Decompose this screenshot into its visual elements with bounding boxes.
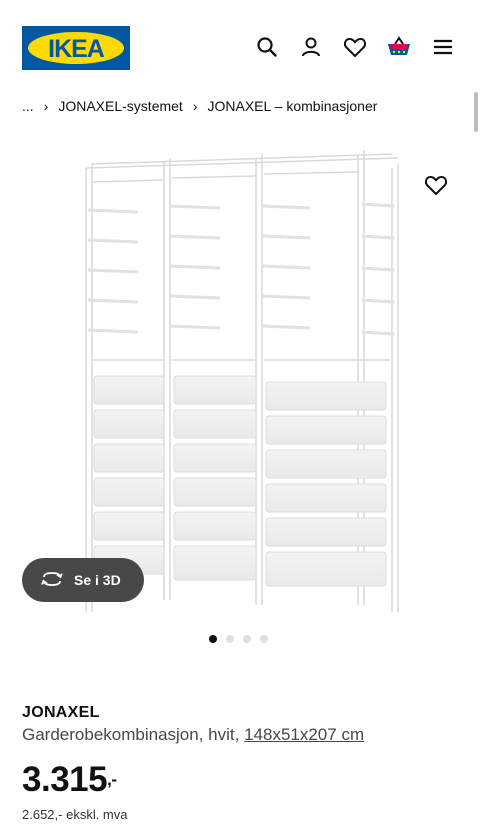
menu-icon[interactable]	[430, 34, 456, 60]
product-image-gallery[interactable]	[0, 140, 480, 620]
product-image	[85, 150, 399, 612]
svg-text:IKEA: IKEA	[48, 35, 105, 63]
cart-icon[interactable]	[386, 34, 412, 60]
site-header: IKEA	[0, 0, 480, 92]
view-in-3d-button[interactable]: Se i 3D	[22, 558, 144, 602]
search-icon[interactable]	[254, 34, 280, 60]
gallery-dot[interactable]	[226, 635, 234, 643]
scrollbar[interactable]	[474, 92, 478, 132]
gallery-pagination	[209, 635, 268, 643]
heart-icon[interactable]	[342, 34, 368, 60]
breadcrumb-ellipsis[interactable]: ...	[22, 98, 34, 114]
breadcrumb-item-system[interactable]: JONAXEL-systemet	[58, 98, 182, 114]
ikea-logo[interactable]: IKEA	[22, 26, 130, 70]
chevron-right-icon: ›	[192, 98, 198, 114]
user-icon[interactable]	[298, 34, 324, 60]
product-type: Garderobekombinasjon, hvit,	[22, 725, 240, 744]
gallery-dot[interactable]	[260, 635, 268, 643]
breadcrumb-item-combinations[interactable]: JONAXEL – kombinasjoner	[208, 98, 378, 114]
gallery-dot[interactable]	[209, 635, 217, 643]
gallery-dot[interactable]	[243, 635, 251, 643]
breadcrumb: ... › JONAXEL-systemet › JONAXEL – kombi…	[22, 98, 377, 114]
add-to-favourites-icon[interactable]	[424, 174, 450, 200]
product-price: 3.315,-	[22, 760, 117, 800]
product-name: JONAXEL	[22, 704, 100, 721]
product-dimensions-link[interactable]: 148x51x207 cm	[244, 725, 364, 744]
price-excl-vat: 2.652,- ekskl. mva	[22, 807, 128, 822]
rotate-3d-icon	[40, 570, 64, 591]
price-main: 3.315	[22, 760, 108, 799]
price-suffix: ,-	[107, 770, 117, 789]
chevron-right-icon: ›	[43, 98, 49, 114]
product-description: Garderobekombinasjon, hvit, 148x51x207 c…	[22, 725, 364, 745]
view-in-3d-label: Se i 3D	[74, 572, 121, 588]
